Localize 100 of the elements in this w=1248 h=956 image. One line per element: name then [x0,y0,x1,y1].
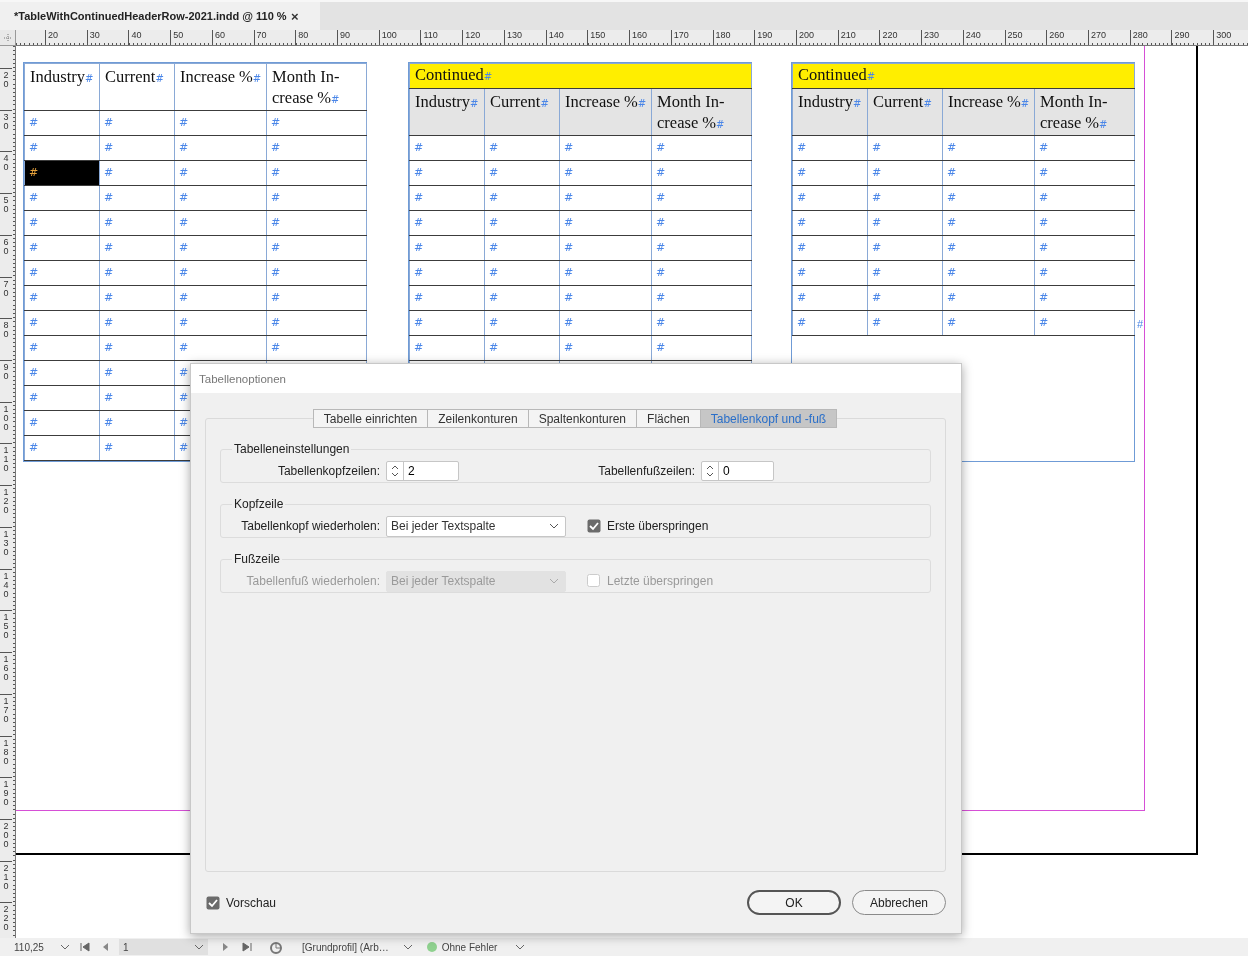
table-cell[interactable]: # [174,260,267,286]
table-cell[interactable]: # [651,210,752,236]
table-cell[interactable]: # [24,160,100,186]
stepper-icon[interactable] [706,465,714,477]
table-cell[interactable]: # [792,160,868,186]
table-cell[interactable]: # [174,235,267,261]
table-cell[interactable]: # [942,135,1035,161]
table-cell[interactable]: # [867,160,943,186]
table-cell[interactable]: # [1034,235,1135,261]
table-cell[interactable]: # [484,260,560,286]
table-cell[interactable]: # [942,260,1035,286]
close-button[interactable]: × [291,8,299,24]
table-cell[interactable]: # [867,135,943,161]
table-cell[interactable]: # [99,335,175,361]
table-cell[interactable]: # [266,285,367,311]
table-cell[interactable]: # [99,210,175,236]
table-cell[interactable]: # [174,160,267,186]
table-cell[interactable]: # [174,135,267,161]
table-cell[interactable]: # [867,285,943,311]
table-cell[interactable]: # [266,260,367,286]
stepper-icon[interactable] [391,465,399,477]
table-cell[interactable]: # [559,185,652,211]
chevron-down-icon[interactable] [194,944,204,950]
table-cell[interactable]: # [867,185,943,211]
table-cell[interactable]: # [559,335,652,361]
table-cell[interactable]: # [484,135,560,161]
table-cell[interactable]: # [174,285,267,311]
table-cell[interactable]: # [942,210,1035,236]
table-cell[interactable]: # [409,185,485,211]
table-cell[interactable]: # [99,360,175,386]
chevron-down-icon[interactable] [515,944,526,950]
table-cell[interactable]: # [409,135,485,161]
checkbox[interactable] [206,895,220,910]
chevron-down-icon[interactable] [402,944,413,950]
table-cell[interactable]: # [409,235,485,261]
table-cell[interactable]: # [24,360,100,386]
table-cell[interactable]: # [99,135,175,161]
table-cell[interactable]: # [266,110,367,136]
table-cell[interactable]: # [651,310,752,336]
table-cell[interactable]: # [651,185,752,211]
table-cell[interactable]: # [266,135,367,161]
table-cell[interactable]: # [559,235,652,261]
cancel-button[interactable]: Abbrechen [852,890,946,915]
table-cell[interactable]: # [99,160,175,186]
table-cell[interactable]: # [266,210,367,236]
table-cell[interactable]: # [484,185,560,211]
table-cell[interactable]: # [1034,185,1135,211]
value-field[interactable]: 2 [404,462,458,480]
table-cell[interactable]: # [792,135,868,161]
number-spinner[interactable]: 2 [386,461,459,481]
table-cell[interactable]: # [559,310,652,336]
table-cell[interactable]: # [24,185,100,211]
table-cell[interactable]: # [792,185,868,211]
table-cell[interactable]: # [99,285,175,311]
tab[interactable]: Flächen [636,409,701,428]
next-page-icon[interactable] [222,942,230,952]
table-cell[interactable]: # [559,160,652,186]
table-cell[interactable]: # [24,435,100,461]
table-cell[interactable]: # [867,210,943,236]
table-cell[interactable]: # [99,410,175,436]
dropdown[interactable]: Bei jeder Textspalte [386,515,566,537]
table-cell[interactable]: # [409,310,485,336]
table-cell[interactable]: # [651,285,752,311]
table-cell[interactable]: # [24,285,100,311]
table-cell[interactable]: # [24,110,100,136]
table-cell[interactable]: # [266,235,367,261]
table-cell[interactable]: # [99,110,175,136]
table-cell[interactable]: # [484,335,560,361]
table-cell[interactable]: # [792,285,868,311]
table-cell[interactable]: # [99,385,175,411]
table-cell[interactable]: # [1034,285,1135,311]
table-cell[interactable]: # [792,235,868,261]
checkbox[interactable] [587,519,601,533]
table-cell[interactable]: # [409,160,485,186]
table-cell[interactable]: # [1034,210,1135,236]
value-field[interactable]: 0 [719,462,773,480]
table-cell[interactable]: # [1034,260,1135,286]
table-cell[interactable]: # [24,135,100,161]
tab[interactable]: Tabelle einrichten [312,409,429,428]
table-cell[interactable]: # [651,235,752,261]
table-cell[interactable]: # [651,135,752,161]
number-spinner[interactable]: 0 [701,461,774,481]
table-cell[interactable]: # [409,335,485,361]
tab[interactable]: Zeilenkonturen [427,409,529,428]
table-cell[interactable]: # [24,210,100,236]
table-cell[interactable]: # [651,260,752,286]
table-cell[interactable]: # [24,260,100,286]
table-cell[interactable]: # [266,310,367,336]
table-cell[interactable]: # [99,310,175,336]
table-cell[interactable]: # [24,310,100,336]
table-cell[interactable]: # [24,335,100,361]
table-cell[interactable]: # [942,285,1035,311]
table-cell[interactable]: # [24,410,100,436]
table-cell[interactable]: # [484,160,560,186]
table-cell[interactable]: # [174,210,267,236]
table-cell[interactable]: # [24,235,100,261]
page-number-field[interactable]: 1 [119,939,208,955]
first-page-icon[interactable] [80,942,90,952]
table-cell[interactable]: # [99,235,175,261]
table-cell[interactable]: # [174,335,267,361]
